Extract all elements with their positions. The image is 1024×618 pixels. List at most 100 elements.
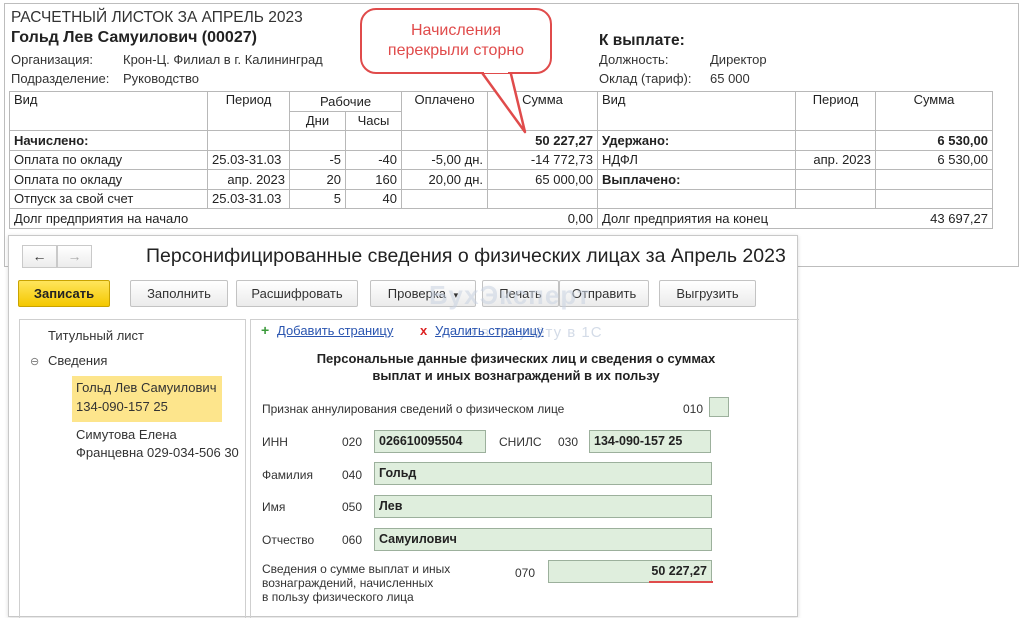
name-label: Имя	[262, 500, 286, 514]
table-row: Оплата по окладу 25.03-31.03 -5 -40 -5,0…	[9, 149, 993, 170]
accrued-label: Начислено:	[9, 130, 208, 151]
callout-box: Начисления перекрыли сторно	[360, 8, 552, 74]
sum-label: Сведения о сумме выплат и иных вознаграж…	[262, 562, 450, 604]
section-title-line2: выплат и иных вознаграждений в их пользу	[372, 368, 660, 383]
row-paid: -5,00 дн.	[401, 149, 488, 170]
dept-value: Руководство	[123, 71, 199, 86]
row-days: -5	[289, 149, 346, 170]
debt-end-value: 43 697,27	[875, 208, 993, 229]
row-vid: Оплата по окладу	[9, 169, 208, 190]
position-label: Должность:	[599, 52, 669, 67]
callout-line2: перекрыли сторно	[387, 42, 525, 59]
row-period: 25.03-31.03	[207, 149, 290, 170]
inn-label: ИНН	[262, 435, 288, 449]
sum-label-line3: в пользу физического лица	[262, 590, 414, 604]
back-button[interactable]: ←	[22, 245, 57, 268]
row-hours: 40	[345, 188, 402, 209]
payslip-title: РАСЧЕТНЫЙ ЛИСТОК ЗА АПРЕЛЬ 2023	[11, 9, 303, 26]
detail-panel: + Добавить страницу x Удалить страницу П…	[250, 319, 799, 618]
col-vid: Вид	[9, 91, 208, 131]
delete-page-link[interactable]: Удалить страницу	[435, 323, 544, 338]
name-code: 050	[342, 500, 363, 514]
row-sum: -14 772,73	[487, 149, 598, 170]
col-days: Дни	[289, 110, 346, 131]
org-value: Крон-Ц. Филиал в г. Калининград	[123, 52, 323, 67]
org-label: Организация:	[11, 52, 94, 67]
inn-code: 020	[342, 435, 363, 449]
export-button[interactable]: Выгрузить	[659, 280, 756, 307]
inn-field[interactable]: 026610095504	[374, 430, 486, 453]
debt-start-value: 0,00	[487, 208, 598, 229]
tree-item-person1-snils[interactable]: 134-090-157 25	[76, 399, 168, 414]
patronymic-code: 060	[342, 533, 363, 547]
save-button[interactable]: Записать	[18, 280, 110, 307]
row-vid2	[597, 188, 796, 209]
sum-underline	[649, 581, 713, 583]
col-vid2: Вид	[597, 91, 796, 131]
row-vid: Оплата по окладу	[9, 149, 208, 170]
section-title-line1: Персональные данные физических лиц и све…	[316, 351, 716, 366]
collapse-icon[interactable]: ⊖	[30, 355, 39, 368]
paid-out-label: Выплачено:	[597, 169, 796, 190]
annul-code: 010	[683, 402, 704, 416]
col-period: Период	[207, 91, 290, 131]
sum-label-line1: Сведения о сумме выплат и иных	[262, 562, 451, 576]
patronymic-field[interactable]: Самуилович	[374, 528, 712, 551]
row-paid: 20,00 дн.	[401, 169, 488, 190]
tree-item-person2-name[interactable]: Симутова Елена	[76, 427, 177, 442]
snils-field[interactable]: 134-090-157 25	[589, 430, 711, 453]
tree-item-person1-name[interactable]: Гольд Лев Самуилович	[76, 380, 216, 395]
row-hours: 160	[345, 169, 402, 190]
tree-item-person2-line2[interactable]: Францевна 029-034-506 30	[76, 445, 239, 460]
row-days: 5	[289, 188, 346, 209]
name-field[interactable]: Лев	[374, 495, 712, 518]
dept-label: Подразделение:	[11, 71, 110, 86]
annul-checkbox[interactable]	[709, 397, 729, 417]
add-page-link[interactable]: Добавить страницу	[277, 323, 393, 338]
form-window: ← → Персонифицированные сведения о физич…	[8, 235, 799, 618]
tree-panel: Титульный лист ⊖ Сведения Гольд Лев Саму…	[19, 319, 246, 618]
row-days: 20	[289, 169, 346, 190]
row-period: апр. 2023	[207, 169, 290, 190]
annul-label: Признак аннулирования сведений о физичес…	[262, 402, 565, 416]
callout-joint	[484, 68, 508, 73]
tree-item-title-page[interactable]: Титульный лист	[48, 328, 144, 343]
debt-start-label: Долг предприятия на начало	[9, 208, 488, 229]
row-vid2: НДФЛ	[597, 149, 796, 170]
salary-label: Оклад (тариф):	[599, 71, 692, 86]
row-sum2	[875, 188, 993, 209]
watermark-logo: БухЭксперт	[429, 280, 591, 310]
plus-icon: +	[261, 322, 270, 338]
table-row: Отпуск за свой счет 25.03-31.03 5 40	[9, 188, 993, 209]
row-sum2: 6 530,00	[875, 149, 993, 170]
withheld-total: 6 530,00	[875, 130, 993, 151]
surname-label: Фамилия	[262, 468, 313, 482]
sum-field[interactable]: 50 227,27	[548, 560, 712, 583]
withheld-label: Удержано:	[597, 130, 796, 151]
section-title: Персональные данные физических лиц и све…	[251, 350, 781, 384]
patronymic-label: Отчество	[262, 533, 315, 547]
row-period: 25.03-31.03	[207, 188, 290, 209]
row-sum: 65 000,00	[487, 169, 598, 190]
arrow-right-icon: →	[67, 248, 82, 264]
row-sum	[487, 188, 598, 209]
decode-button[interactable]: Расшифровать	[236, 280, 358, 307]
position-value: Директор	[710, 52, 767, 67]
arrow-left-icon: ←	[32, 248, 47, 264]
debt-end-label: Долг предприятия на конец	[597, 208, 876, 229]
row-hours: -40	[345, 149, 402, 170]
forward-button[interactable]: →	[57, 245, 92, 268]
sum-code: 070	[515, 566, 536, 580]
row-vid: Отпуск за свой счет	[9, 188, 208, 209]
callout-line1: Начисления	[410, 22, 502, 39]
tree-item-info[interactable]: Сведения	[48, 353, 107, 368]
fill-button[interactable]: Заполнить	[130, 280, 228, 307]
col-sum2: Сумма	[875, 91, 993, 131]
snils-code: 030	[558, 435, 579, 449]
surname-field[interactable]: Гольд	[374, 462, 712, 485]
to-pay-label: К выплате:	[599, 32, 685, 49]
employee-name: Гольд Лев Самуилович (00027)	[11, 29, 257, 46]
row-period2: апр. 2023	[795, 149, 876, 170]
col-period2: Период	[795, 91, 876, 131]
row-sum2	[875, 169, 993, 190]
